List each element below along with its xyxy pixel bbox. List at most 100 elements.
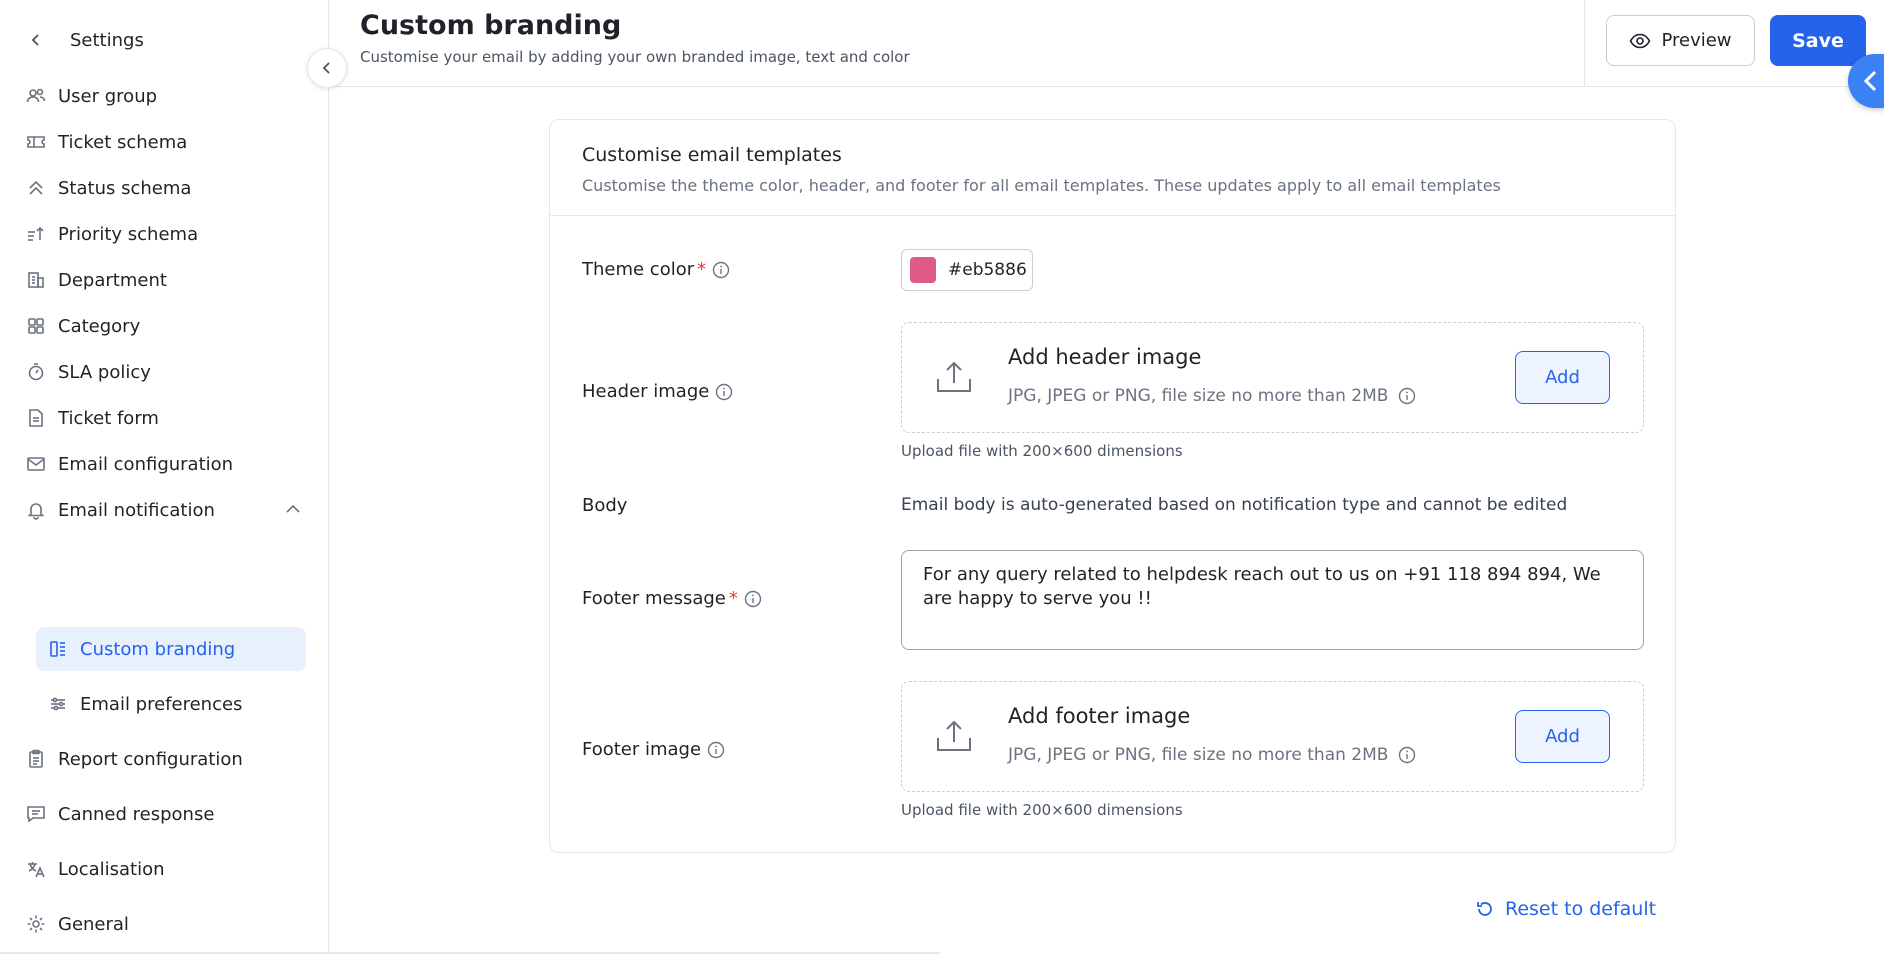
ticket-icon: [26, 132, 46, 152]
sidebar-item-label: Localisation: [58, 858, 165, 880]
theme-color-picker[interactable]: #eb5886: [901, 249, 1033, 291]
sidebar-item-category[interactable]: Category: [26, 304, 306, 348]
upload-hint: JPG, JPEG or PNG, file size no more than…: [1008, 745, 1416, 765]
footer-image-upload-zone[interactable]: Add footer image JPG, JPEG or PNG, file …: [901, 681, 1644, 792]
info-icon[interactable]: [1398, 387, 1416, 405]
header-image-upload-zone[interactable]: Add header image JPG, JPEG or PNG, file …: [901, 322, 1644, 433]
color-swatch[interactable]: [910, 257, 936, 283]
sidebar-item-general[interactable]: General: [26, 902, 306, 946]
settings-sidebar: Settings User group Ticket schema Status…: [0, 0, 329, 954]
sidebar-item-email-preferences[interactable]: Email preferences: [36, 682, 306, 726]
document-icon: [26, 408, 46, 428]
save-button[interactable]: Save: [1770, 15, 1866, 66]
sidebar-item-email-notification[interactable]: Email notification: [26, 488, 306, 532]
header-image-label: Header image: [582, 381, 733, 402]
sidebar-item-label: Ticket schema: [58, 131, 188, 153]
sidebar-item-ticket-form[interactable]: Ticket form: [26, 396, 306, 440]
upload-title: Add header image: [1008, 345, 1202, 369]
sidebar-item-label: Ticket form: [58, 407, 159, 429]
page-title: Custom branding: [360, 10, 622, 41]
sidebar-item-status-schema[interactable]: Status schema: [26, 166, 306, 210]
sidebar-item-label: Email preferences: [80, 693, 243, 715]
sidebar-item-priority-schema[interactable]: Priority schema: [26, 212, 306, 256]
chevron-up-icon[interactable]: [284, 500, 302, 523]
sidebar-title: Settings: [70, 29, 144, 51]
sidebar-item-label: Email configuration: [58, 453, 234, 475]
sidebar-item-custom-branding[interactable]: Custom branding: [36, 627, 306, 671]
translate-icon: [26, 859, 46, 879]
theme-color-value: #eb5886: [948, 260, 1027, 280]
sidebar-item-email-configuration[interactable]: Email configuration: [26, 442, 306, 486]
preview-button[interactable]: Preview: [1606, 15, 1755, 66]
header-divider: [1584, 0, 1585, 86]
upload-hint-text: JPG, JPEG or PNG, file size no more than…: [1008, 386, 1389, 406]
reset-to-default-button[interactable]: Reset to default: [1475, 898, 1656, 920]
sidebar-header: Settings: [26, 28, 144, 52]
users-icon: [26, 86, 46, 106]
info-icon[interactable]: [1398, 746, 1416, 764]
sidebar-item-canned-response[interactable]: Canned response: [26, 792, 306, 836]
eye-icon: [1629, 30, 1651, 52]
card-subtitle: Customise the theme color, header, and f…: [582, 176, 1501, 195]
upload-icon: [934, 716, 974, 760]
bell-icon: [26, 500, 46, 520]
sidebar-item-label: Category: [58, 315, 141, 337]
sidebar-item-label: Report configuration: [58, 748, 243, 770]
chevron-left-icon: [320, 61, 334, 75]
branding-icon: [48, 639, 68, 659]
sidebar-item-label: Status schema: [58, 177, 192, 199]
sliders-icon: [48, 694, 68, 714]
collapse-sidebar-button[interactable]: [307, 48, 347, 88]
field-label-text: Body: [582, 495, 628, 516]
footer-message-label: Footer message *: [582, 588, 762, 609]
info-icon[interactable]: [744, 590, 762, 608]
sidebar-item-report-configuration[interactable]: Report configuration: [26, 737, 306, 781]
required-asterisk: *: [697, 259, 707, 280]
card-title: Customise email templates: [582, 144, 842, 166]
field-label-text: Theme color: [582, 259, 695, 280]
footer-message-textarea[interactable]: For any query related to helpdesk reach …: [901, 550, 1644, 650]
sidebar-item-label: General: [58, 913, 129, 935]
field-label-text: Footer message: [582, 588, 726, 609]
sidebar-item-ticket-schema[interactable]: Ticket schema: [26, 120, 306, 164]
clipboard-icon: [26, 749, 46, 769]
info-icon[interactable]: [712, 261, 730, 279]
chevron-left-icon: [1862, 70, 1880, 92]
sort-priority-icon: [26, 224, 46, 244]
info-icon[interactable]: [707, 741, 725, 759]
theme-color-label: Theme color *: [582, 259, 730, 280]
footer-dimension-note: Upload file with 200×600 dimensions: [901, 801, 1183, 819]
mail-icon: [26, 454, 46, 474]
header-dimension-note: Upload file with 200×600 dimensions: [901, 442, 1183, 460]
sidebar-item-label: Email notification: [58, 499, 215, 521]
page-header: Custom branding Customise your email by …: [330, 0, 1884, 87]
sidebar-item-label: Priority schema: [58, 223, 199, 245]
sidebar-item-label: Canned response: [58, 803, 215, 825]
sidebar-item-label: Department: [58, 269, 167, 291]
upload-icon: [934, 357, 974, 401]
upload-hint: JPG, JPEG or PNG, file size no more than…: [1008, 386, 1416, 406]
preview-label: Preview: [1661, 30, 1732, 51]
reset-label: Reset to default: [1505, 898, 1657, 920]
add-footer-image-button[interactable]: Add: [1515, 710, 1610, 763]
required-asterisk: *: [728, 588, 738, 609]
sidebar-item-label: Custom branding: [80, 638, 236, 660]
upload-hint-text: JPG, JPEG or PNG, file size no more than…: [1008, 745, 1389, 765]
reset-icon: [1475, 899, 1495, 919]
message-icon: [26, 804, 46, 824]
card-header: Customise email templates Customise the …: [550, 120, 1675, 216]
info-icon[interactable]: [715, 383, 733, 401]
sidebar-item-user-group[interactable]: User group: [26, 74, 306, 118]
gear-icon: [26, 914, 46, 934]
sidebar-item-sla-policy[interactable]: SLA policy: [26, 350, 306, 394]
sidebar-item-department[interactable]: Department: [26, 258, 306, 302]
add-header-image-button[interactable]: Add: [1515, 351, 1610, 404]
field-label-text: Footer image: [582, 739, 702, 760]
back-arrow-icon[interactable]: [26, 30, 46, 50]
chevrons-up-icon: [26, 178, 46, 198]
body-note: Email body is auto-generated based on no…: [901, 495, 1568, 515]
grid-icon: [26, 316, 46, 336]
sidebar-item-localisation[interactable]: Localisation: [26, 847, 306, 891]
email-template-card: Customise email templates Customise the …: [549, 119, 1676, 853]
stopwatch-icon: [26, 362, 46, 382]
